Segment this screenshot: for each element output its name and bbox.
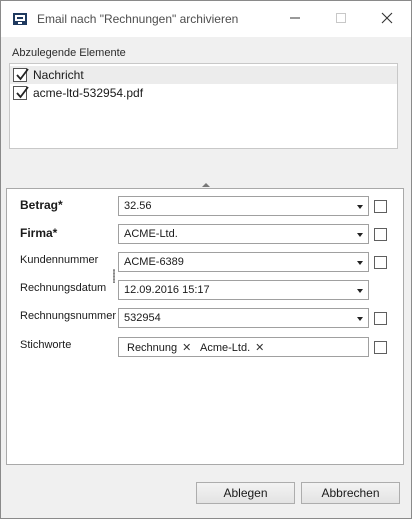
- maximize-button[interactable]: [329, 8, 353, 28]
- chevron-down-icon[interactable]: [357, 289, 363, 293]
- company-label: Firma*: [20, 226, 58, 240]
- window-title: Email nach "Rechnungen" archivieren: [37, 12, 239, 26]
- amount-value: 32.56: [124, 200, 152, 212]
- chevron-down-icon[interactable]: [357, 317, 363, 321]
- invoice-number-value: 532954: [124, 312, 161, 324]
- company-value: ACME-Ltd.: [124, 228, 178, 240]
- invoice-date-value: 12.09.2016 15:17: [124, 284, 210, 296]
- keywords-tag-input[interactable]: Rechnung ✕ Acme-Ltd. ✕: [118, 337, 369, 357]
- resize-grip[interactable]: [113, 269, 115, 283]
- keywords-label: Stichworte: [20, 339, 72, 351]
- invoice-number-checkbox[interactable]: [374, 312, 387, 325]
- amount-label: Betrag*: [20, 198, 63, 212]
- chevron-down-icon[interactable]: [357, 261, 363, 265]
- elements-list: Nachricht acme-ltd-532954.pdf: [9, 63, 398, 149]
- outlook-archive-icon: [12, 11, 28, 27]
- list-item[interactable]: Nachricht: [10, 66, 397, 84]
- company-checkbox[interactable]: [374, 228, 387, 241]
- customer-number-combo[interactable]: ACME-6389: [118, 252, 369, 272]
- customer-number-checkbox[interactable]: [374, 256, 387, 269]
- tag-chip: Rechnung ✕: [127, 341, 191, 354]
- tag-remove-icon[interactable]: ✕: [182, 342, 191, 354]
- list-item-label: acme-ltd-532954.pdf: [33, 86, 144, 100]
- list-item[interactable]: acme-ltd-532954.pdf: [10, 84, 397, 102]
- tag-chip: Acme-Ltd. ✕: [200, 341, 264, 354]
- item-checkbox[interactable]: [13, 68, 29, 82]
- tag-label: Rechnung: [127, 342, 178, 354]
- customer-number-label: Kundennummer: [20, 254, 99, 266]
- invoice-date-label: Rechnungsdatum: [20, 282, 107, 294]
- tag-label: Acme-Ltd.: [200, 342, 251, 354]
- company-combo[interactable]: ACME-Ltd.: [118, 224, 369, 244]
- invoice-number-combo[interactable]: 532954: [118, 308, 369, 328]
- item-checkbox[interactable]: [13, 86, 29, 100]
- elements-section-label: Abzulegende Elemente: [12, 47, 126, 59]
- chevron-down-icon[interactable]: [357, 233, 363, 237]
- keywords-checkbox[interactable]: [374, 341, 387, 354]
- archive-dialog: Email nach "Rechnungen" archivieren Abzu…: [0, 0, 412, 519]
- list-item-label: Nachricht: [33, 68, 84, 82]
- splitter-arrow-icon[interactable]: [202, 183, 210, 187]
- title-bar: Email nach "Rechnungen" archivieren: [1, 1, 411, 37]
- chevron-down-icon[interactable]: [357, 205, 363, 209]
- customer-number-value: ACME-6389: [124, 256, 184, 268]
- file-button[interactable]: Ablegen: [196, 482, 295, 504]
- tag-remove-icon[interactable]: ✕: [255, 342, 264, 354]
- metadata-form: Betrag* 32.56 Firma* ACME-Ltd. Kundennum…: [6, 188, 404, 465]
- minimize-button[interactable]: [283, 8, 307, 28]
- cancel-button[interactable]: Abbrechen: [301, 482, 400, 504]
- amount-combo[interactable]: 32.56: [118, 196, 369, 216]
- amount-checkbox[interactable]: [374, 200, 387, 213]
- close-button[interactable]: [375, 8, 399, 28]
- invoice-number-label: Rechnungsnummer: [20, 310, 116, 322]
- invoice-date-combo[interactable]: 12.09.2016 15:17: [118, 280, 369, 300]
